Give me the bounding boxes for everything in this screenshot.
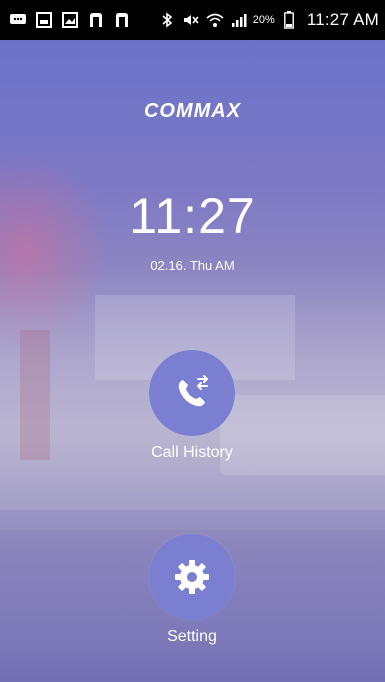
image-icon (34, 10, 54, 30)
background-pillar (20, 330, 50, 460)
n-app-icon (112, 10, 132, 30)
system-icons: 20% 11:27 AM (157, 10, 379, 30)
call-history-icon (178, 375, 208, 407)
chat-icon (8, 10, 28, 30)
call-history-circle[interactable] (149, 350, 235, 436)
battery-percent: 20% (252, 14, 275, 26)
home-screen: COMMAX 11:27 02.16. Thu AM Call History (0, 40, 385, 682)
gallery-icon (60, 10, 80, 30)
status-time: 11:27 AM (306, 10, 379, 29)
bottom-bar (0, 652, 385, 682)
setting-circle[interactable] (149, 534, 235, 620)
battery-icon (279, 10, 299, 30)
n-app-icon (86, 10, 106, 30)
clock-date: 02.16. Thu AM (150, 258, 235, 273)
gear-icon (175, 560, 209, 594)
call-history-label: Call History (151, 444, 233, 461)
status-bar: 20% 11:27 AM (0, 0, 385, 40)
call-history-button[interactable]: Call History (92, 350, 292, 462)
signal-icon (229, 10, 249, 30)
notification-icons (8, 10, 132, 30)
mute-icon (181, 10, 201, 30)
setting-label: Setting (167, 628, 217, 645)
phone-screen: 20% 11:27 AM COMMAX 11:27 02.16. Thu AM (0, 0, 385, 682)
bluetooth-icon (157, 10, 177, 30)
brand-logo: COMMAX (143, 100, 242, 122)
setting-button[interactable]: Setting (92, 534, 292, 646)
clock-time: 11:27 (129, 188, 256, 244)
wifi-icon (205, 10, 225, 30)
